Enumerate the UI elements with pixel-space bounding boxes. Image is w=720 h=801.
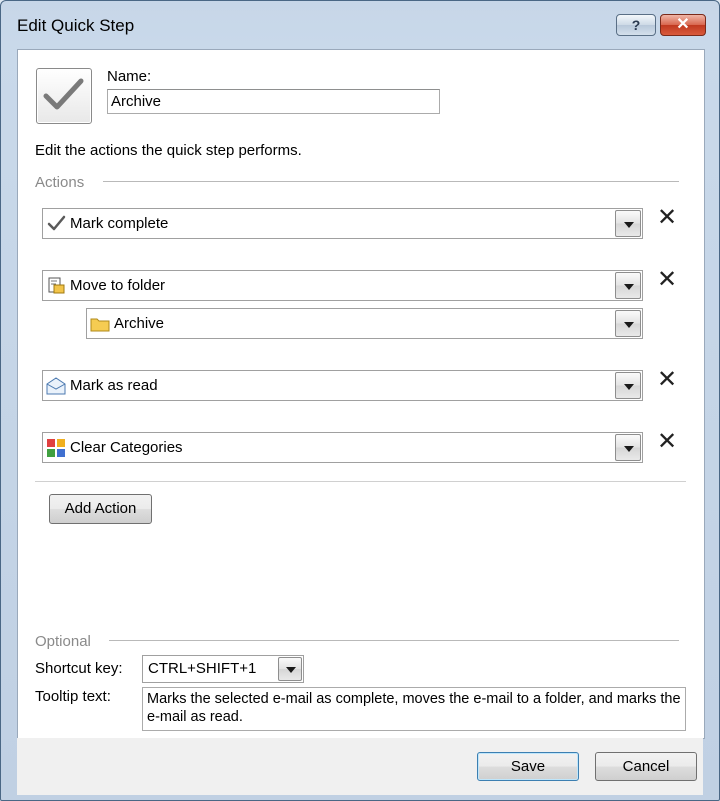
checkmark-icon [47, 215, 66, 231]
action-combo-mark-complete[interactable]: Mark complete [42, 208, 643, 239]
cancel-button[interactable]: Cancel [595, 752, 697, 781]
actions-section-label: Actions [35, 174, 85, 191]
remove-action-button[interactable]: ✕ [655, 268, 679, 293]
dialog-window: Edit Quick Step ? ✕ Name: Edit the actio… [0, 0, 720, 801]
shortcut-key-label: Shortcut key: [35, 660, 123, 677]
checkmark-icon [43, 78, 84, 110]
name-label: Name: [107, 68, 152, 85]
envelope-icon [46, 377, 66, 395]
help-button[interactable]: ? [616, 14, 656, 36]
action-label: Move to folder [70, 277, 166, 294]
optional-divider [109, 640, 679, 641]
actions-divider [103, 181, 679, 182]
chevron-down-icon [624, 384, 634, 390]
dialog-footer: Save Cancel [17, 738, 703, 795]
dropdown-arrow-button[interactable] [278, 657, 302, 681]
close-button[interactable]: ✕ [660, 14, 706, 36]
folder-icon [90, 318, 110, 332]
dropdown-arrow-button[interactable] [615, 310, 641, 337]
optional-section-label: Optional [35, 633, 91, 650]
chevron-down-icon [624, 284, 634, 290]
actions-bottom-divider [35, 481, 686, 482]
move-to-folder-icon [48, 277, 65, 294]
dropdown-arrow-button[interactable] [615, 372, 641, 399]
action-label: Clear Categories [70, 439, 183, 456]
name-input[interactable] [107, 89, 440, 114]
categories-icon [47, 439, 65, 457]
remove-action-button[interactable]: ✕ [655, 368, 679, 393]
tooltip-textarea[interactable]: Marks the selected e-mail as complete, m… [142, 687, 686, 731]
dropdown-arrow-button[interactable] [615, 272, 641, 299]
action-combo-mark-as-read[interactable]: Mark as read [42, 370, 643, 401]
chevron-down-icon [624, 446, 634, 452]
shortcut-key-value: CTRL+SHIFT+1 [148, 660, 257, 677]
tooltip-text-label: Tooltip text: [35, 688, 111, 705]
chevron-down-icon [286, 667, 296, 673]
instructions-text: Edit the actions the quick step performs… [35, 142, 302, 159]
dropdown-arrow-button[interactable] [615, 434, 641, 461]
chevron-down-icon [624, 222, 634, 228]
dialog-title: Edit Quick Step [17, 16, 135, 35]
chevron-down-icon [624, 322, 634, 328]
dialog-content: Name: Edit the actions the quick step pe… [17, 49, 705, 739]
remove-action-button[interactable]: ✕ [655, 206, 679, 231]
title-bar[interactable]: Edit Quick Step ? ✕ [1, 1, 719, 49]
quick-step-icon-button[interactable] [36, 68, 92, 124]
action-combo-move-to-folder[interactable]: Move to folder [42, 270, 643, 301]
action-label: Mark complete [70, 215, 169, 232]
action-combo-clear-categories[interactable]: Clear Categories [42, 432, 643, 463]
action-label: Mark as read [70, 377, 158, 394]
remove-action-button[interactable]: ✕ [655, 430, 679, 455]
dropdown-arrow-button[interactable] [615, 210, 641, 237]
folder-combo[interactable]: Archive [86, 308, 643, 339]
shortcut-key-select[interactable]: CTRL+SHIFT+1 [142, 655, 304, 683]
save-button[interactable]: Save [477, 752, 579, 781]
folder-label: Archive [114, 315, 165, 332]
add-action-button[interactable]: Add Action [49, 494, 152, 524]
